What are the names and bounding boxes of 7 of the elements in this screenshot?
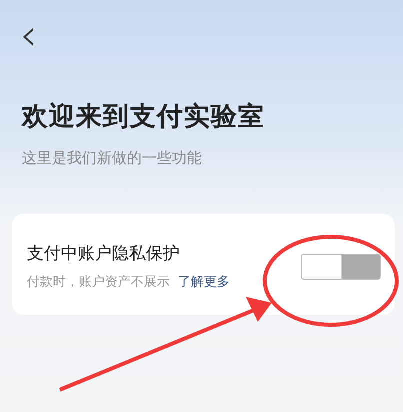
page-subtitle: 这里是我们新做的一些功能 <box>22 148 203 169</box>
back-button[interactable]: ‹ <box>14 14 44 58</box>
setting-description: 付款时，账户资产不展示 <box>27 274 170 292</box>
setting-title: 支付中账户隐私保护 <box>27 242 181 266</box>
toggle-switch[interactable] <box>301 254 381 280</box>
learn-more-link[interactable]: 了解更多 <box>178 273 230 292</box>
page-title: 欢迎来到支付实验室 <box>22 101 266 134</box>
